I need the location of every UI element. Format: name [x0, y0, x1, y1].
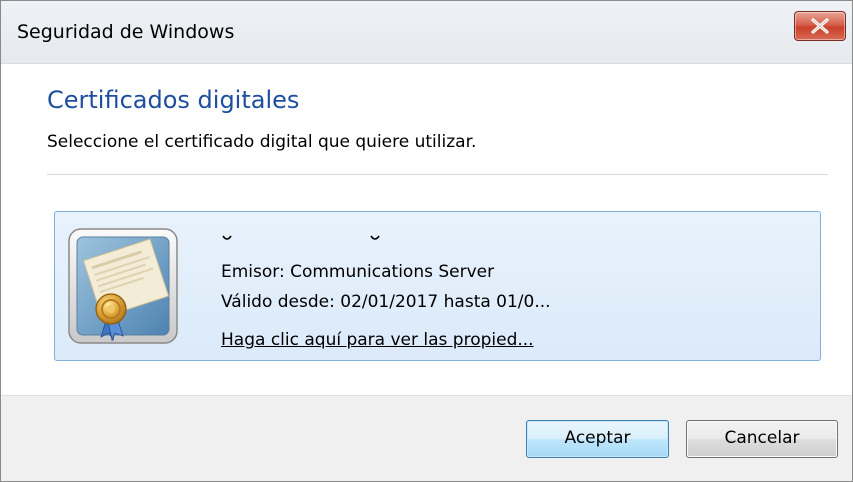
dialog-content: Certificados digitales Seleccione el cer…	[1, 64, 852, 394]
separator	[47, 174, 828, 175]
dialog-heading: Certificados digitales	[47, 86, 300, 114]
accept-button[interactable]: Aceptar	[526, 420, 669, 458]
close-button[interactable]	[794, 11, 846, 41]
certificate-icon	[68, 228, 178, 344]
window-title: Seguridad de Windows	[17, 21, 235, 43]
dialog-instruction: Seleccione el certificado digital que qu…	[47, 132, 477, 152]
certificate-issuer: Emisor: Communications Server	[221, 262, 495, 282]
certificate-properties-link[interactable]: Haga clic aquí para ver las propied...	[221, 330, 534, 350]
security-dialog: Seguridad de Windows Certificados digita…	[0, 0, 853, 482]
close-icon	[811, 18, 829, 34]
button-bar: Aceptar Cancelar	[1, 395, 852, 481]
clipped-text-descenders	[222, 235, 380, 240]
certificate-validity: Válido desde: 02/01/2017 hasta 01/0...	[221, 292, 551, 312]
title-bar[interactable]: Seguridad de Windows	[1, 1, 852, 64]
cancel-button[interactable]: Cancelar	[686, 420, 838, 458]
certificate-subject-clipped	[221, 234, 441, 248]
certificate-item[interactable]: Emisor: Communications Server Válido des…	[54, 211, 821, 361]
